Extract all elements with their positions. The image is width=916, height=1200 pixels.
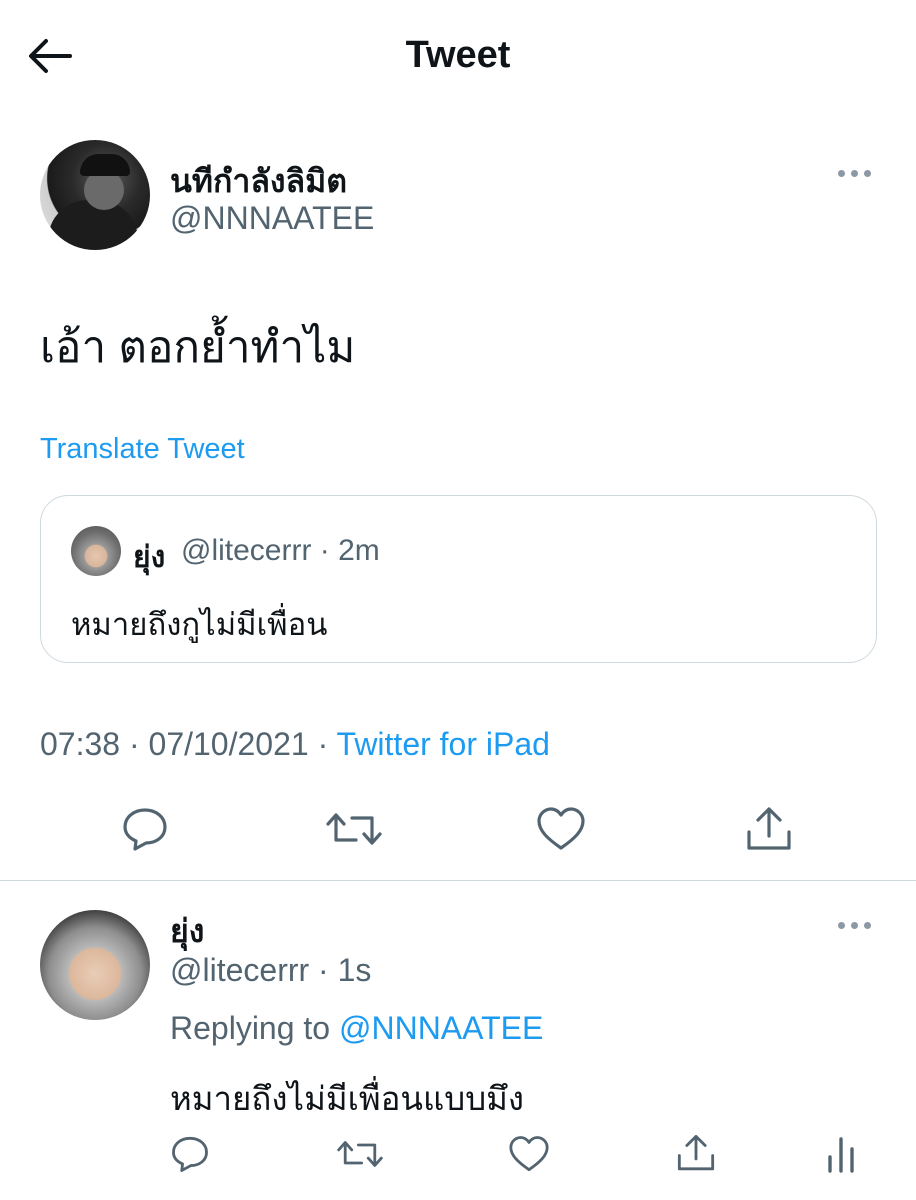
reply-icon[interactable] bbox=[121, 806, 169, 852]
author-handle[interactable]: @NNNAATEE bbox=[170, 200, 374, 237]
share-icon[interactable] bbox=[745, 806, 793, 852]
more-horizontal-icon[interactable] bbox=[836, 166, 876, 180]
divider bbox=[0, 880, 916, 881]
quoted-tweet-text: หมายถึงกูไม่มีเพื่อน bbox=[71, 607, 328, 642]
replying-to: Replying to @NNNAATEE bbox=[170, 1010, 543, 1047]
tweet-text: เอ้า ตอกย้ำทำไม bbox=[40, 323, 356, 372]
tweet-meta: 07:38 · 07/10/2021 · Twitter for iPad bbox=[40, 726, 550, 763]
reply-author-name[interactable]: ยุ่ง bbox=[170, 906, 204, 957]
tweet-detail-page: Tweet นทีกำลังลิมิต @NNNAATEE เอ้า ตอกย้… bbox=[0, 0, 916, 1200]
quoted-author-name: ยุ่ง bbox=[133, 541, 166, 574]
page-title: Tweet bbox=[405, 34, 511, 76]
translate-tweet-link[interactable]: Translate Tweet bbox=[40, 433, 245, 466]
retweet-icon[interactable] bbox=[326, 806, 382, 852]
replying-prefix: Replying to bbox=[170, 1010, 339, 1046]
avatar bbox=[71, 526, 121, 576]
more-horizontal-icon[interactable] bbox=[836, 918, 876, 932]
share-icon[interactable] bbox=[676, 1133, 716, 1173]
avatar[interactable] bbox=[40, 140, 150, 250]
mention-link[interactable]: @NNNAATEE bbox=[339, 1010, 543, 1046]
reply-icon[interactable] bbox=[170, 1135, 210, 1173]
like-icon[interactable] bbox=[508, 1135, 550, 1173]
retweet-icon[interactable] bbox=[337, 1135, 383, 1173]
reply-text: หมายถึงไม่มีเพื่อนแบบมึง bbox=[170, 1080, 525, 1117]
avatar[interactable] bbox=[40, 910, 150, 1020]
quoted-author-handle-time: @litecerrr · 2m bbox=[181, 534, 380, 567]
quoted-tweet-card[interactable]: ยุ่ง @litecerrr · 2m หมายถึงกูไม่มีเพื่อ… bbox=[40, 495, 877, 663]
like-icon[interactable] bbox=[536, 806, 586, 852]
top-bar: Tweet bbox=[0, 0, 916, 115]
analytics-icon[interactable] bbox=[826, 1135, 856, 1173]
source-link[interactable]: Twitter for iPad bbox=[337, 726, 550, 762]
timestamp: 07:38 · 07/10/2021 · bbox=[40, 726, 337, 762]
reply-author-handle-time[interactable]: @litecerrr · 1s bbox=[170, 952, 371, 989]
